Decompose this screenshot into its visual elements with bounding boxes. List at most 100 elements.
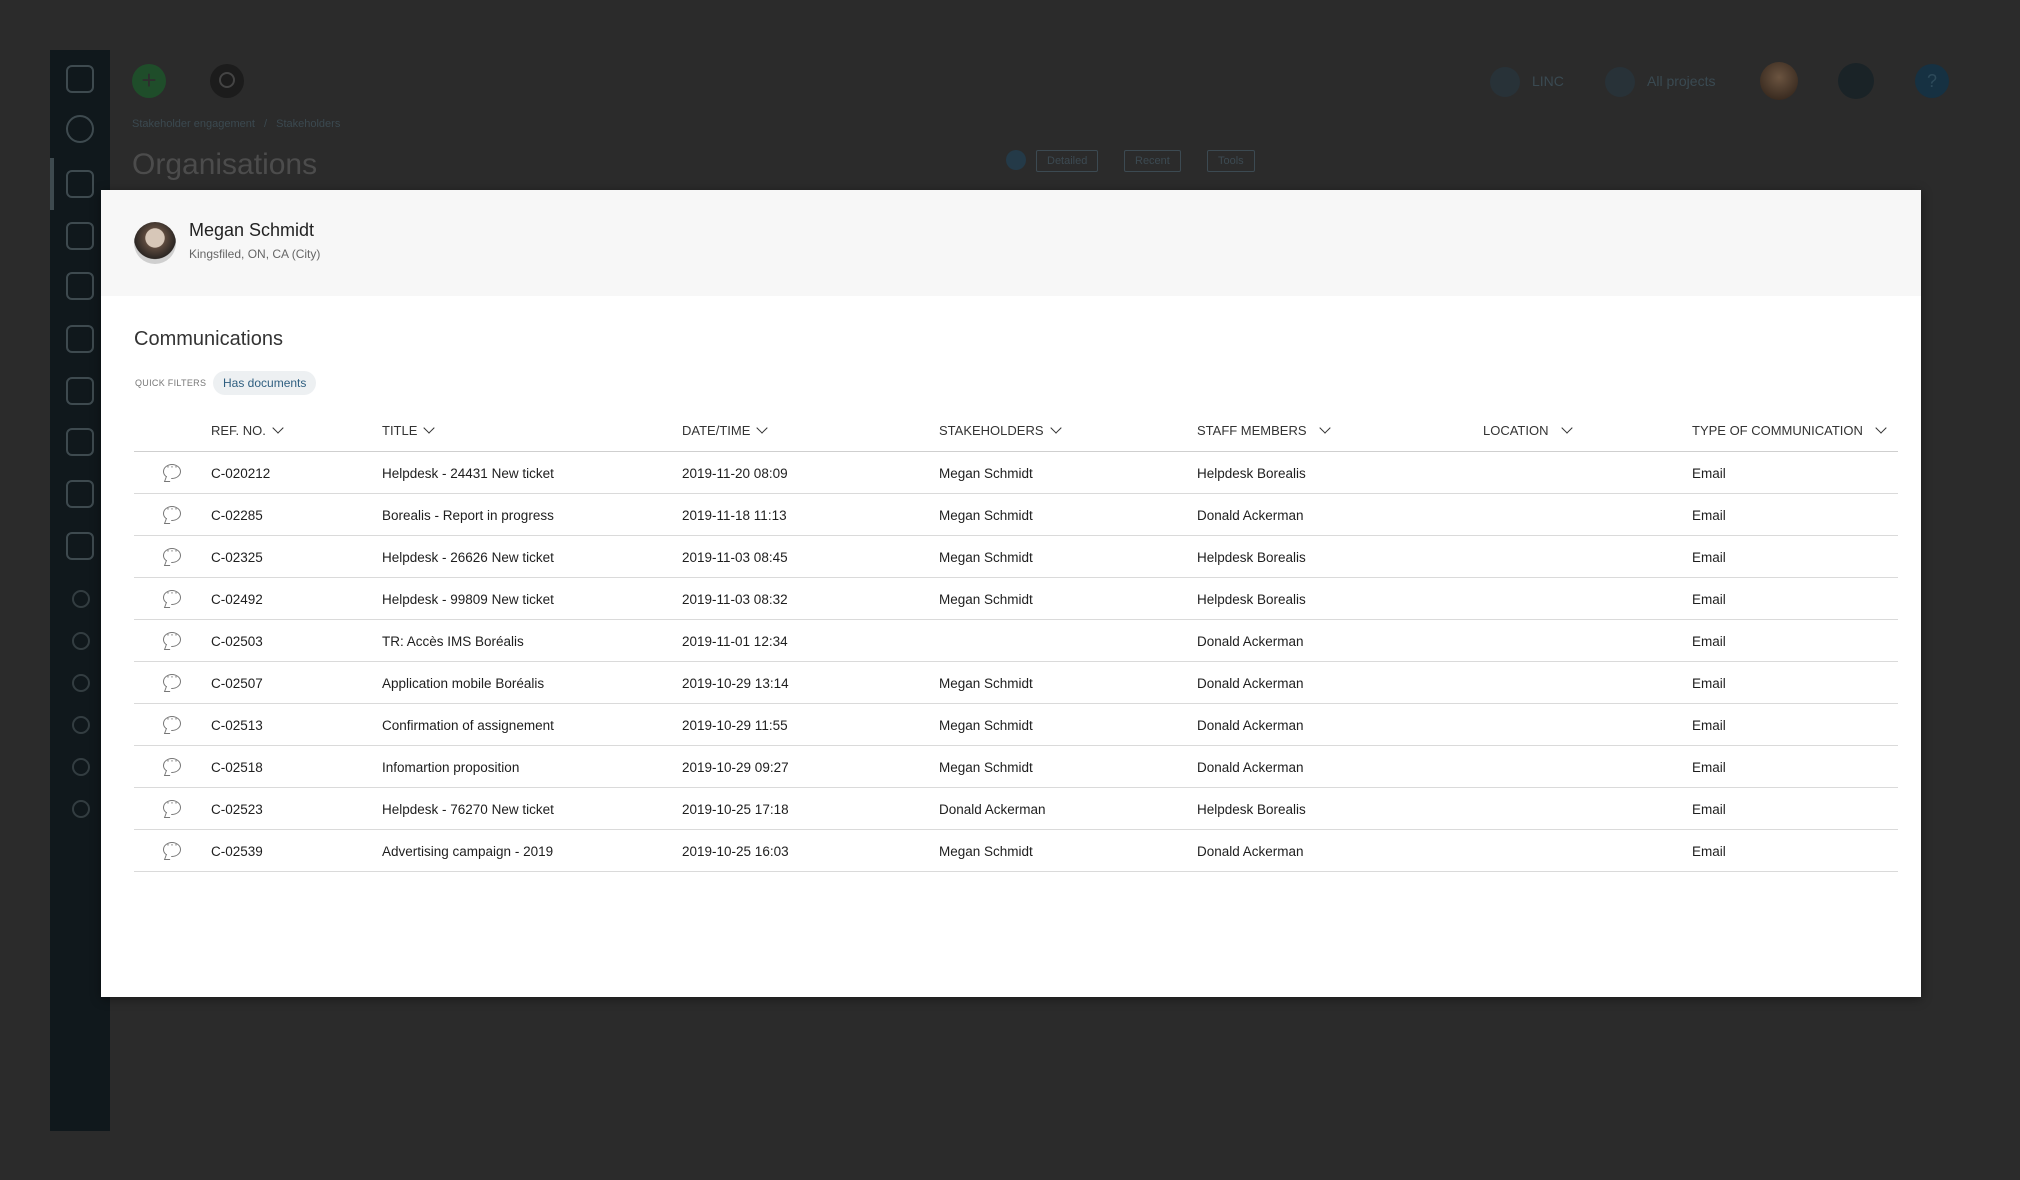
cell-stakeholders: Megan Schmidt bbox=[939, 550, 1033, 565]
message-icon bbox=[163, 501, 181, 521]
cell-title: Helpdesk - 24431 New ticket bbox=[382, 466, 554, 481]
cell-ref: C-02492 bbox=[211, 592, 263, 607]
user-avatar[interactable] bbox=[1760, 62, 1798, 100]
column-ref[interactable]: REF. NO. bbox=[211, 422, 284, 438]
location-icon[interactable] bbox=[72, 674, 90, 692]
message-icon bbox=[163, 459, 181, 479]
column-title[interactable]: TITLE bbox=[382, 422, 436, 438]
chevron-down-icon bbox=[1875, 422, 1887, 434]
cell-type: Email bbox=[1692, 676, 1726, 691]
cell-title: Advertising campaign - 2019 bbox=[382, 844, 554, 859]
cell-ref: C-02513 bbox=[211, 718, 263, 733]
profile-location: Kingsfiled, ON, CA (City) bbox=[189, 247, 321, 261]
column-label: REF. NO. bbox=[211, 423, 266, 438]
cell-title: Application mobile Boréalis bbox=[382, 676, 545, 691]
breadcrumb-item[interactable]: Stakeholders bbox=[276, 118, 340, 130]
cell-ref: C-02518 bbox=[211, 760, 263, 775]
table-row[interactable]: C-020212 Helpdesk - 24431 New ticket 2019-… bbox=[134, 452, 1898, 494]
cell-type: Email bbox=[1692, 844, 1726, 859]
search-button[interactable] bbox=[210, 64, 244, 98]
cell-staff: Helpdesk Borealis bbox=[1197, 802, 1306, 817]
cell-staff: Donald Ackerman bbox=[1197, 718, 1304, 733]
all-projects-link[interactable]: All projects bbox=[1605, 64, 1715, 98]
table-header: REF. NO. TITLE DATE/TIME STAKEHOLDERS ST… bbox=[134, 410, 1898, 452]
documents-icon[interactable] bbox=[66, 222, 94, 250]
message-icon bbox=[163, 585, 181, 605]
cell-ref: C-020212 bbox=[211, 466, 271, 481]
message-icon bbox=[163, 627, 181, 647]
user-icon[interactable] bbox=[72, 758, 90, 776]
linc-label: LINC bbox=[1532, 73, 1564, 89]
help-button[interactable]: ? bbox=[1915, 64, 1949, 98]
breadcrumb-item[interactable]: Stakeholder engagement bbox=[132, 118, 255, 130]
page-title: Organisations bbox=[132, 148, 318, 181]
cell-ref: C-02539 bbox=[211, 844, 263, 859]
table-row[interactable]: C-02325 Helpdesk - 26626 New ticket 2019-1… bbox=[134, 536, 1898, 578]
column-staff-members[interactable]: STAFF MEMBERS bbox=[1197, 422, 1331, 438]
chevron-down-icon bbox=[272, 422, 284, 434]
cell-staff: Helpdesk Borealis bbox=[1197, 550, 1306, 565]
chevron-down-icon bbox=[1049, 422, 1062, 434]
settings-icon[interactable] bbox=[72, 800, 90, 818]
cell-type: Email bbox=[1692, 466, 1726, 481]
table-row[interactable]: C-02492 Helpdesk - 99809 New ticket 2019-1… bbox=[134, 578, 1898, 620]
table-row[interactable]: C-02503 TR: Accès IMS Boréalis 2019-11-01 … bbox=[134, 620, 1898, 662]
analytics-icon[interactable] bbox=[66, 272, 94, 300]
profile-header: Megan Schmidt Kingsfiled, ON, CA (City) bbox=[101, 190, 1921, 296]
globe-icon[interactable] bbox=[66, 532, 94, 560]
stakeholders-icon[interactable] bbox=[66, 170, 94, 198]
message-icon bbox=[163, 711, 181, 731]
recent-label: Recent bbox=[1135, 155, 1170, 167]
cell-title: Helpdesk - 26626 New ticket bbox=[382, 550, 554, 565]
cell-type: Email bbox=[1692, 508, 1726, 523]
linc-link[interactable]: LINC bbox=[1490, 64, 1564, 98]
circle-icon[interactable] bbox=[72, 590, 90, 608]
cell-datetime: 2019-10-29 11:55 bbox=[682, 718, 788, 733]
cell-datetime: 2019-11-03 08:45 bbox=[682, 550, 788, 565]
cell-datetime: 2019-10-29 13:14 bbox=[682, 676, 789, 691]
column-location[interactable]: LOCATION bbox=[1483, 422, 1573, 438]
column-datetime[interactable]: DATE/TIME bbox=[682, 422, 769, 438]
activity-icon[interactable] bbox=[1838, 63, 1874, 99]
cell-datetime: 2019-11-03 08:32 bbox=[682, 592, 788, 607]
table-row[interactable]: C-02285 Borealis - Report in progress 2019… bbox=[134, 494, 1898, 536]
check-icon[interactable] bbox=[72, 632, 90, 650]
column-stakeholders[interactable]: STAKEHOLDERS bbox=[939, 422, 1062, 438]
tools-button[interactable]: Tools bbox=[1207, 150, 1255, 172]
cell-ref: C-02523 bbox=[211, 802, 263, 817]
detailed-label: Detailed bbox=[1047, 155, 1088, 167]
table-row[interactable]: C-02539 Advertising campaign - 2019 2019-1… bbox=[134, 830, 1898, 872]
cell-stakeholders: Megan Schmidt bbox=[939, 466, 1033, 481]
profile-avatar bbox=[134, 222, 176, 264]
star-icon[interactable] bbox=[1006, 150, 1026, 170]
reports-icon[interactable] bbox=[66, 325, 94, 353]
detailed-view-button[interactable]: Detailed bbox=[1036, 150, 1099, 172]
map-pin-icon[interactable] bbox=[66, 480, 94, 508]
favorites-icon[interactable] bbox=[66, 115, 94, 143]
buildings-icon[interactable] bbox=[66, 377, 94, 405]
cell-ref: C-02503 bbox=[211, 634, 263, 649]
cell-staff: Helpdesk Borealis bbox=[1197, 592, 1306, 607]
trend-icon[interactable] bbox=[72, 716, 90, 734]
cell-stakeholders: Megan Schmidt bbox=[939, 508, 1033, 523]
cell-datetime: 2019-11-20 08:09 bbox=[682, 466, 788, 481]
has-documents-filter[interactable]: Has documents bbox=[213, 371, 317, 395]
cell-stakeholders: Megan Schmidt bbox=[939, 592, 1033, 607]
column-type[interactable]: TYPE OF COMMUNICATION bbox=[1692, 422, 1887, 438]
table-row[interactable]: C-02513 Confirmation of assignement 2019-1… bbox=[134, 704, 1898, 746]
cell-staff: Donald Ackerman bbox=[1197, 760, 1304, 775]
recent-button[interactable]: Recent bbox=[1124, 150, 1181, 172]
cell-datetime: 2019-10-25 16:03 bbox=[682, 844, 789, 859]
table-row[interactable]: C-02518 Infomartion proposition 2019-10-29… bbox=[134, 746, 1898, 788]
table-row[interactable]: C-02507 Application mobile Boréalis 2019-1… bbox=[134, 662, 1898, 704]
home-icon[interactable] bbox=[66, 65, 94, 93]
cell-ref: C-02507 bbox=[211, 676, 263, 691]
section-title: Communications bbox=[134, 328, 283, 350]
add-button[interactable]: + bbox=[132, 64, 166, 98]
column-label: DATE/TIME bbox=[682, 423, 751, 438]
table-row[interactable]: C-02523 Helpdesk - 76270 New ticket 2019-1… bbox=[134, 788, 1898, 830]
message-icon bbox=[163, 837, 181, 857]
handshake-icon[interactable] bbox=[66, 428, 94, 456]
all-projects-label: All projects bbox=[1647, 73, 1716, 89]
cell-staff: Donald Ackerman bbox=[1197, 508, 1304, 523]
